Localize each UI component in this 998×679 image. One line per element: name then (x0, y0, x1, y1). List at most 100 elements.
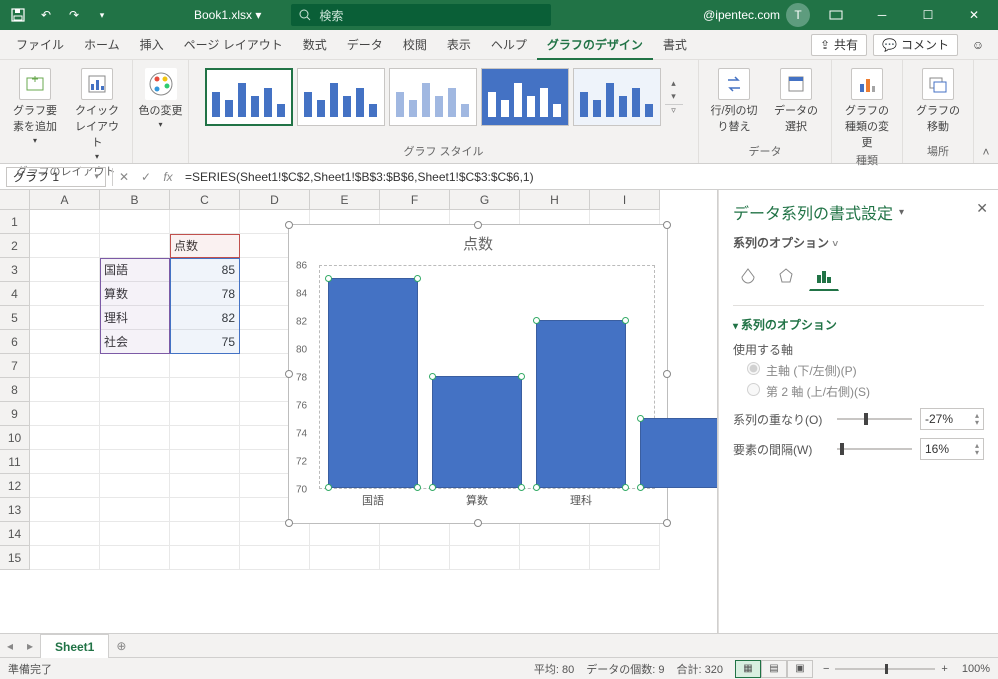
embedded-chart[interactable]: 点数 707274767880828486国語算数理科 (288, 224, 668, 524)
chart-styles-gallery[interactable]: ▴▾▿ (205, 64, 683, 130)
cell[interactable] (100, 378, 170, 402)
cell[interactable] (100, 450, 170, 474)
row-header[interactable]: 5 (0, 306, 30, 330)
cell[interactable] (170, 522, 240, 546)
tab-insert[interactable]: 挿入 (130, 30, 174, 60)
cell[interactable] (30, 234, 100, 258)
chart-style-5[interactable] (573, 68, 661, 126)
cell[interactable] (170, 378, 240, 402)
tab-chartdesign[interactable]: グラフのデザイン (537, 30, 653, 60)
gap-slider[interactable] (837, 448, 912, 450)
tab-file[interactable]: ファイル (6, 30, 74, 60)
cell[interactable]: 社会 (100, 330, 170, 354)
cell[interactable] (450, 522, 520, 546)
cell[interactable]: 理科 (100, 306, 170, 330)
row-header[interactable]: 15 (0, 546, 30, 570)
cell[interactable] (520, 522, 590, 546)
cell[interactable] (100, 522, 170, 546)
chart-style-1[interactable] (205, 68, 293, 126)
workbook-filename[interactable]: Book1.xlsx ▾ (194, 8, 261, 22)
cell[interactable] (310, 546, 380, 570)
col-header[interactable]: D (240, 190, 310, 210)
change-chart-type-button[interactable]: グラフの種類の変更 (840, 64, 894, 150)
add-chart-element-button[interactable]: グラフ要素を追加▾ (8, 64, 62, 145)
move-chart-button[interactable]: グラフの移動 (911, 64, 965, 134)
zoom-in-icon[interactable]: + (941, 663, 947, 675)
chart-style-2[interactable] (297, 68, 385, 126)
cell[interactable] (170, 402, 240, 426)
cell[interactable] (30, 546, 100, 570)
page-break-view-icon[interactable]: ▣ (787, 660, 813, 678)
row-header[interactable]: 1 (0, 210, 30, 234)
chart-style-3[interactable] (389, 68, 477, 126)
row-header[interactable]: 10 (0, 426, 30, 450)
primary-axis-radio[interactable]: 主軸 (下/左側)(P) (747, 362, 984, 379)
cell[interactable] (30, 354, 100, 378)
cell[interactable] (170, 450, 240, 474)
tab-format[interactable]: 書式 (653, 30, 697, 60)
comments-button[interactable]: 💬コメント (873, 34, 958, 56)
row-header[interactable]: 12 (0, 474, 30, 498)
change-colors-button[interactable]: 色の変更▾ (134, 64, 188, 129)
series-options-heading[interactable]: 系列のオプション (733, 316, 984, 333)
col-header[interactable]: C (170, 190, 240, 210)
plot-area[interactable]: 707274767880828486国語算数理科 (319, 265, 655, 489)
cell[interactable]: 82 (170, 306, 240, 330)
col-header[interactable]: A (30, 190, 100, 210)
row-header[interactable]: 9 (0, 402, 30, 426)
switch-rowcol-button[interactable]: 行/列の切り替え (707, 64, 761, 134)
cell[interactable] (30, 258, 100, 282)
cell[interactable] (590, 546, 660, 570)
account-label[interactable]: @ipentec.com (703, 8, 780, 22)
chart-style-4[interactable] (481, 68, 569, 126)
cell[interactable] (100, 474, 170, 498)
tab-data[interactable]: データ (337, 30, 393, 60)
share-button[interactable]: ⇪共有 (811, 34, 867, 56)
cell[interactable] (30, 474, 100, 498)
cell[interactable] (100, 546, 170, 570)
smiley-icon[interactable]: ☺ (964, 38, 992, 52)
cell[interactable] (100, 498, 170, 522)
cell[interactable]: 75 (170, 330, 240, 354)
fx-icon[interactable]: fx (157, 170, 179, 184)
row-header[interactable]: 13 (0, 498, 30, 522)
qat-dropdown-icon[interactable]: ▾ (90, 3, 114, 27)
chart-style-more-button[interactable]: ▴▾▿ (665, 68, 683, 126)
col-header[interactable]: H (520, 190, 590, 210)
save-icon[interactable] (6, 3, 30, 27)
minimize-icon[interactable]: ─ (862, 0, 902, 30)
cell[interactable] (240, 546, 310, 570)
tab-help[interactable]: ヘルプ (481, 30, 537, 60)
cell[interactable] (450, 546, 520, 570)
col-header[interactable]: E (310, 190, 380, 210)
gap-value-input[interactable]: 16%▴▾ (920, 438, 984, 460)
sheet-nav-next-icon[interactable]: ▸ (20, 639, 40, 653)
series-options-icon[interactable] (809, 261, 839, 291)
cell[interactable] (30, 426, 100, 450)
zoom-slider[interactable] (835, 668, 935, 670)
cell[interactable] (170, 546, 240, 570)
cell[interactable] (590, 522, 660, 546)
cell[interactable] (30, 282, 100, 306)
tab-home[interactable]: ホーム (74, 30, 130, 60)
cell[interactable] (100, 234, 170, 258)
col-header[interactable]: F (380, 190, 450, 210)
new-sheet-icon[interactable]: ⊕ (109, 639, 133, 653)
tab-pagelayout[interactable]: ページ レイアウト (174, 30, 293, 60)
sheet-nav-prev-icon[interactable]: ◂ (0, 639, 20, 653)
cell[interactable] (520, 546, 590, 570)
col-header[interactable]: B (100, 190, 170, 210)
cell[interactable] (30, 450, 100, 474)
worksheet[interactable]: ABCDEFGHI 123456789101112131415 点数国語85算数… (0, 190, 718, 633)
pane-close-icon[interactable]: ✕ (976, 200, 988, 217)
cell[interactable] (30, 498, 100, 522)
cell[interactable] (310, 522, 380, 546)
cell[interactable] (170, 474, 240, 498)
cell[interactable]: 78 (170, 282, 240, 306)
cell[interactable] (30, 402, 100, 426)
maximize-icon[interactable]: ☐ (908, 0, 948, 30)
cell[interactable] (30, 306, 100, 330)
cell[interactable]: 算数 (100, 282, 170, 306)
name-box[interactable]: グラフ 1▾ (6, 167, 106, 187)
quick-layout-button[interactable]: クイックレイアウト▾ (70, 64, 124, 161)
